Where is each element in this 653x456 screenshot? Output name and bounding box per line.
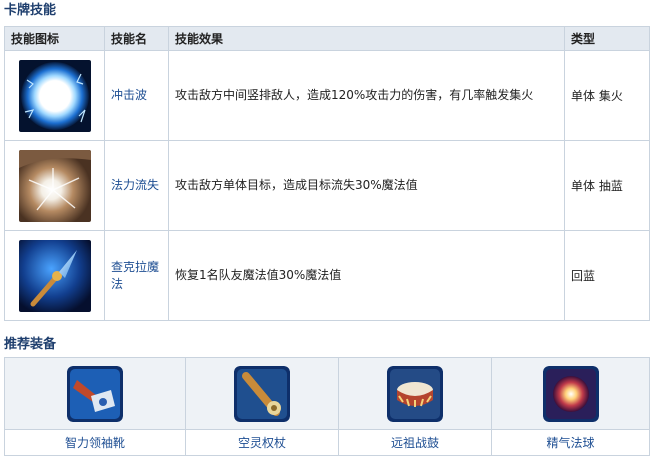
- header-skill-icon: 技能图标: [4, 26, 105, 51]
- chakra-magic-skill-icon: [18, 239, 91, 312]
- header-skill-name: 技能名: [104, 26, 169, 51]
- mana-drain-skill-icon: [18, 149, 91, 222]
- table-row: 法力流失 攻击敌方单体目标，造成目标流失30%魔法值 单体 抽蓝: [4, 140, 650, 231]
- table-row: 冲击波 攻击敌方中间竖排敌人，造成120%攻击力的伤害，有几率触发集火 单体 集…: [4, 50, 650, 141]
- equipment-name[interactable]: 智力领袖靴: [4, 429, 186, 456]
- header-skill-effect: 技能效果: [168, 26, 565, 51]
- skills-section-title: 卡牌技能: [4, 3, 57, 18]
- table-row: 查克拉魔法 恢复1名队友魔法值30%魔法值 回蓝: [4, 230, 650, 321]
- equipment-name[interactable]: 远祖战鼓: [338, 429, 492, 456]
- skill-type: 单体 抽蓝: [564, 140, 650, 231]
- ancestral-drum-icon[interactable]: [387, 365, 443, 422]
- equipment-name[interactable]: 空灵权杖: [185, 429, 339, 456]
- equipment-icon-row: [4, 357, 650, 430]
- skill-name[interactable]: 法力流失: [104, 140, 169, 231]
- header-skill-type: 类型: [564, 26, 650, 51]
- essence-orb-icon[interactable]: [542, 365, 599, 422]
- equipment-name[interactable]: 精气法球: [491, 429, 650, 456]
- equipment-section-title: 推荐装备: [4, 337, 57, 352]
- skill-effect: 攻击敌方中间竖排敌人，造成120%攻击力的伤害，有几率触发集火: [168, 50, 565, 141]
- skill-effect: 恢复1名队友魔法值30%魔法值: [168, 230, 565, 321]
- skill-name[interactable]: 查克拉魔法: [104, 230, 169, 321]
- sobi-mask-boots-icon[interactable]: [67, 365, 123, 422]
- equipment-name-row: 智力领袖靴 空灵权杖 远祖战鼓 精气法球: [4, 429, 650, 456]
- skills-table: 技能图标 技能名 技能效果 类型 冲击波 攻击敌方中间竖排敌人，造成120%攻击…: [4, 26, 650, 321]
- shockwave-skill-icon: [18, 59, 91, 132]
- equipment-table: 智力领袖靴 空灵权杖 远祖战鼓 精气法球: [4, 357, 650, 456]
- skills-table-header-row: 技能图标 技能名 技能效果 类型: [4, 26, 650, 51]
- ghost-scepter-icon[interactable]: [234, 365, 290, 422]
- skill-type: 回蓝: [564, 230, 650, 321]
- skill-effect: 攻击敌方单体目标，造成目标流失30%魔法值: [168, 140, 565, 231]
- skill-type: 单体 集火: [564, 50, 650, 141]
- skill-name[interactable]: 冲击波: [104, 50, 169, 141]
